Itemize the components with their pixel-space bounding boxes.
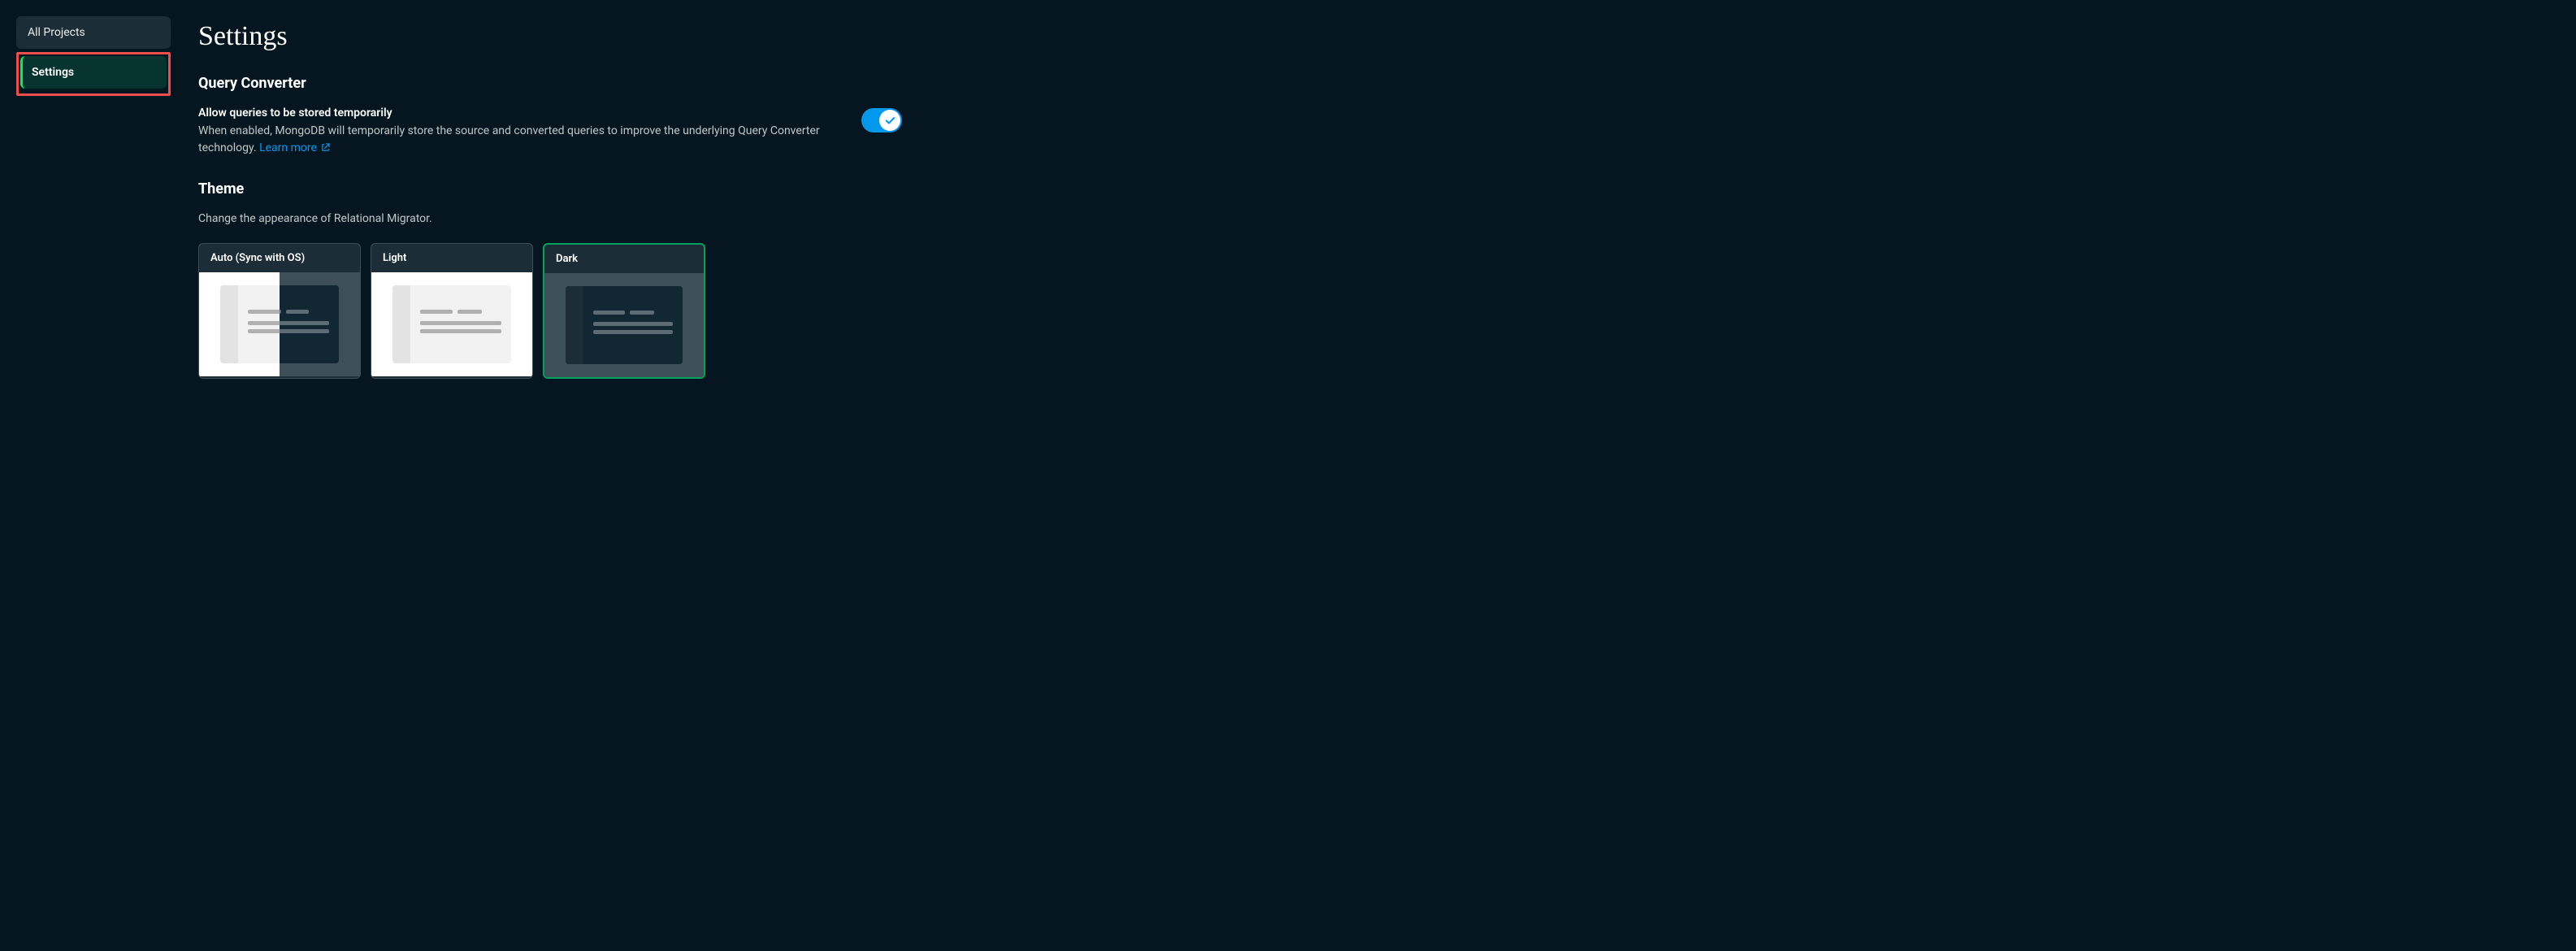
theme-option-label: Light [371, 244, 532, 272]
theme-preview-light [371, 272, 532, 376]
query-storage-toggle[interactable] [861, 108, 902, 132]
theme-option-light[interactable]: Light [371, 243, 533, 379]
external-link-icon [321, 141, 330, 158]
sidebar-item-all-projects[interactable]: All Projects [16, 16, 171, 49]
theme-option-auto[interactable]: Auto (Sync with OS) [198, 243, 361, 379]
theme-preview-auto [199, 272, 360, 376]
section-title-theme: Theme [198, 180, 902, 198]
sidebar-item-settings[interactable]: Settings [20, 56, 167, 89]
learn-more-link[interactable]: Learn more [259, 141, 330, 154]
sidebar-item-label: All Projects [28, 26, 85, 39]
theme-option-dark[interactable]: Dark [543, 243, 705, 379]
setting-label: Allow queries to be stored temporarily [198, 106, 829, 119]
check-icon [885, 115, 896, 126]
theme-subtext: Change the appearance of Relational Migr… [198, 212, 902, 225]
page-title: Settings [198, 21, 902, 52]
section-title-query-converter: Query Converter [198, 75, 902, 92]
sidebar-item-label: Settings [32, 66, 74, 79]
setting-description: When enabled, MongoDB will temporarily s… [198, 123, 829, 158]
toggle-knob [879, 110, 900, 131]
main-content: Settings Query Converter Allow queries t… [171, 16, 902, 379]
theme-option-label: Dark [544, 245, 704, 273]
setting-text: Allow queries to be stored temporarily W… [198, 106, 829, 158]
setting-row-query-storage: Allow queries to be stored temporarily W… [198, 106, 902, 158]
theme-preview-dark [544, 273, 704, 377]
theme-option-label: Auto (Sync with OS) [199, 244, 360, 272]
highlight-annotation: Settings [16, 52, 171, 96]
sidebar: All Projects Settings [16, 16, 171, 379]
learn-more-text: Learn more [259, 141, 317, 154]
theme-options: Auto (Sync with OS) [198, 243, 902, 379]
